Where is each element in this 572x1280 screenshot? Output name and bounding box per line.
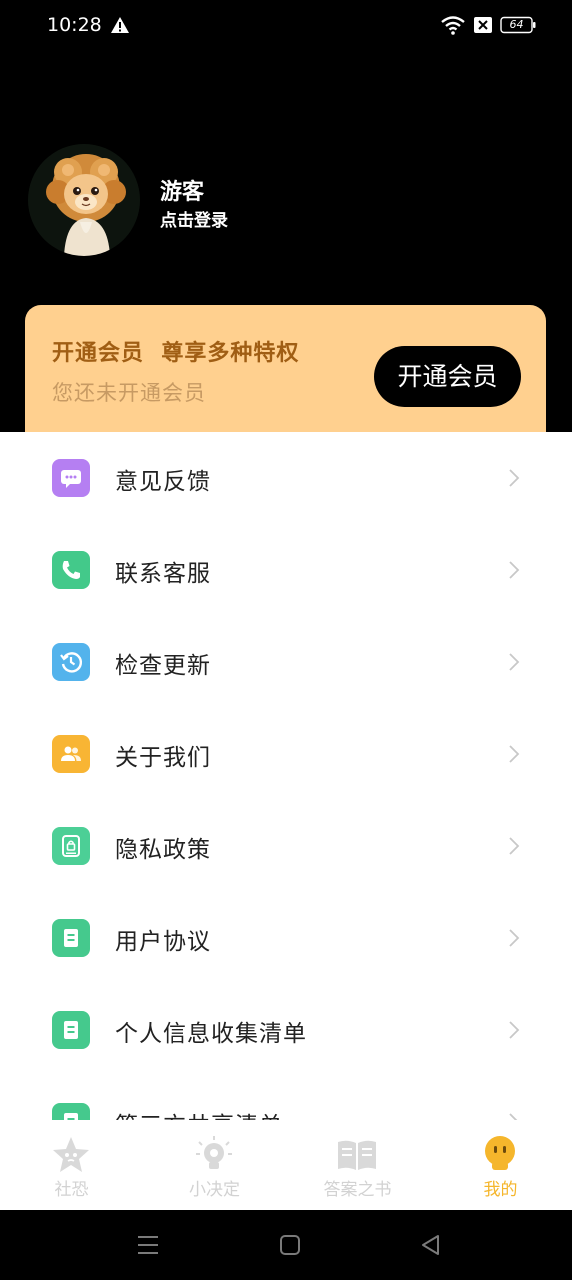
menu-item-privacy-policy[interactable]: 隐私政策 <box>0 800 572 892</box>
menu-item-third-party-sharing[interactable]: 第三方共享清单 <box>0 1076 572 1120</box>
menu-item-label: 意见反馈 <box>115 469 211 495</box>
open-vip-button[interactable]: 开通会员 <box>374 346 521 407</box>
tab-mine[interactable]: 我的 <box>429 1120 572 1210</box>
tab-label: 答案之书 <box>323 1180 392 1200</box>
document-icon <box>52 1103 90 1120</box>
history-icon <box>52 643 90 681</box>
phone-icon <box>52 551 90 589</box>
chevron-right-icon <box>509 1021 520 1039</box>
chevron-right-icon <box>509 653 520 671</box>
users-icon <box>52 735 90 773</box>
menu-item-label: 第三方共享清单 <box>115 1106 283 1120</box>
battery-indicator: 64 <box>500 16 536 34</box>
chevron-right-icon <box>509 561 520 579</box>
avatar[interactable] <box>28 144 140 256</box>
star-face-icon <box>53 1137 89 1172</box>
tab-label: 小决定 <box>189 1180 240 1200</box>
user-name: 游客 <box>160 180 205 205</box>
tab-small-decision[interactable]: 小决定 <box>143 1120 286 1210</box>
lion-avatar-icon <box>28 144 140 256</box>
menu-item-user-agreement[interactable]: 用户协议 <box>0 892 572 984</box>
tab-social[interactable]: 社恐 <box>0 1120 143 1210</box>
wifi-icon <box>441 16 465 35</box>
chevron-right-icon <box>509 929 520 947</box>
document-icon <box>52 1011 90 1049</box>
book-icon <box>338 1140 376 1170</box>
status-bar: 10:28 64 <box>0 0 572 52</box>
warning-icon <box>111 17 129 33</box>
menu-item-label: 检查更新 <box>115 653 211 679</box>
menu-item-label: 隐私政策 <box>115 837 211 863</box>
vip-subtitle: 您还未开通会员 <box>52 381 206 405</box>
chat-bubble-icon <box>52 459 90 497</box>
tab-label: 我的 <box>483 1180 518 1200</box>
menu-item-check-update[interactable]: 检查更新 <box>0 616 572 708</box>
system-nav-bar <box>0 1210 572 1280</box>
menu-item-label: 关于我们 <box>115 745 211 771</box>
chevron-right-icon <box>509 745 520 763</box>
menu-item-label: 联系客服 <box>115 561 211 587</box>
vip-title: 开通会员 尊享多种特权 <box>52 341 300 366</box>
document-icon <box>52 919 90 957</box>
tab-answer-book[interactable]: 答案之书 <box>286 1120 429 1210</box>
menu-item-personal-info-list[interactable]: 个人信息收集清单 <box>0 984 572 1076</box>
smiley-icon <box>485 1136 515 1170</box>
chevron-right-icon <box>509 1113 518 1120</box>
menu-item-label: 个人信息收集清单 <box>115 1021 307 1047</box>
no-sim-icon <box>474 17 492 33</box>
menu-item-label: 用户协议 <box>115 929 211 955</box>
tab-label: 社恐 <box>54 1180 89 1200</box>
menu-icon[interactable] <box>135 1232 161 1258</box>
vip-card: 开通会员 尊享多种特权 您还未开通会员 开通会员 <box>25 305 546 445</box>
lightbulb-icon <box>196 1136 232 1169</box>
chevron-right-icon <box>509 469 520 487</box>
battery-level: 64 <box>509 18 524 31</box>
menu-item-contact-service[interactable]: 联系客服 <box>0 524 572 616</box>
home-square-icon[interactable] <box>277 1232 303 1258</box>
login-link[interactable]: 点击登录 <box>160 206 228 231</box>
menu-item-feedback[interactable]: 意见反馈 <box>0 432 572 524</box>
status-time: 10:28 <box>47 14 102 36</box>
back-triangle-icon[interactable] <box>418 1232 444 1258</box>
privacy-doc-icon <box>52 827 90 865</box>
menu-item-about-us[interactable]: 关于我们 <box>0 708 572 800</box>
bottom-tab-bar: 社恐 小决定 答案之书 我的 <box>0 1120 572 1210</box>
settings-menu: 意见反馈 联系客服 检查更新 关于我们 隐私政策 用户协议 个人信息收集清单 <box>0 432 572 1120</box>
chevron-right-icon <box>509 837 520 855</box>
